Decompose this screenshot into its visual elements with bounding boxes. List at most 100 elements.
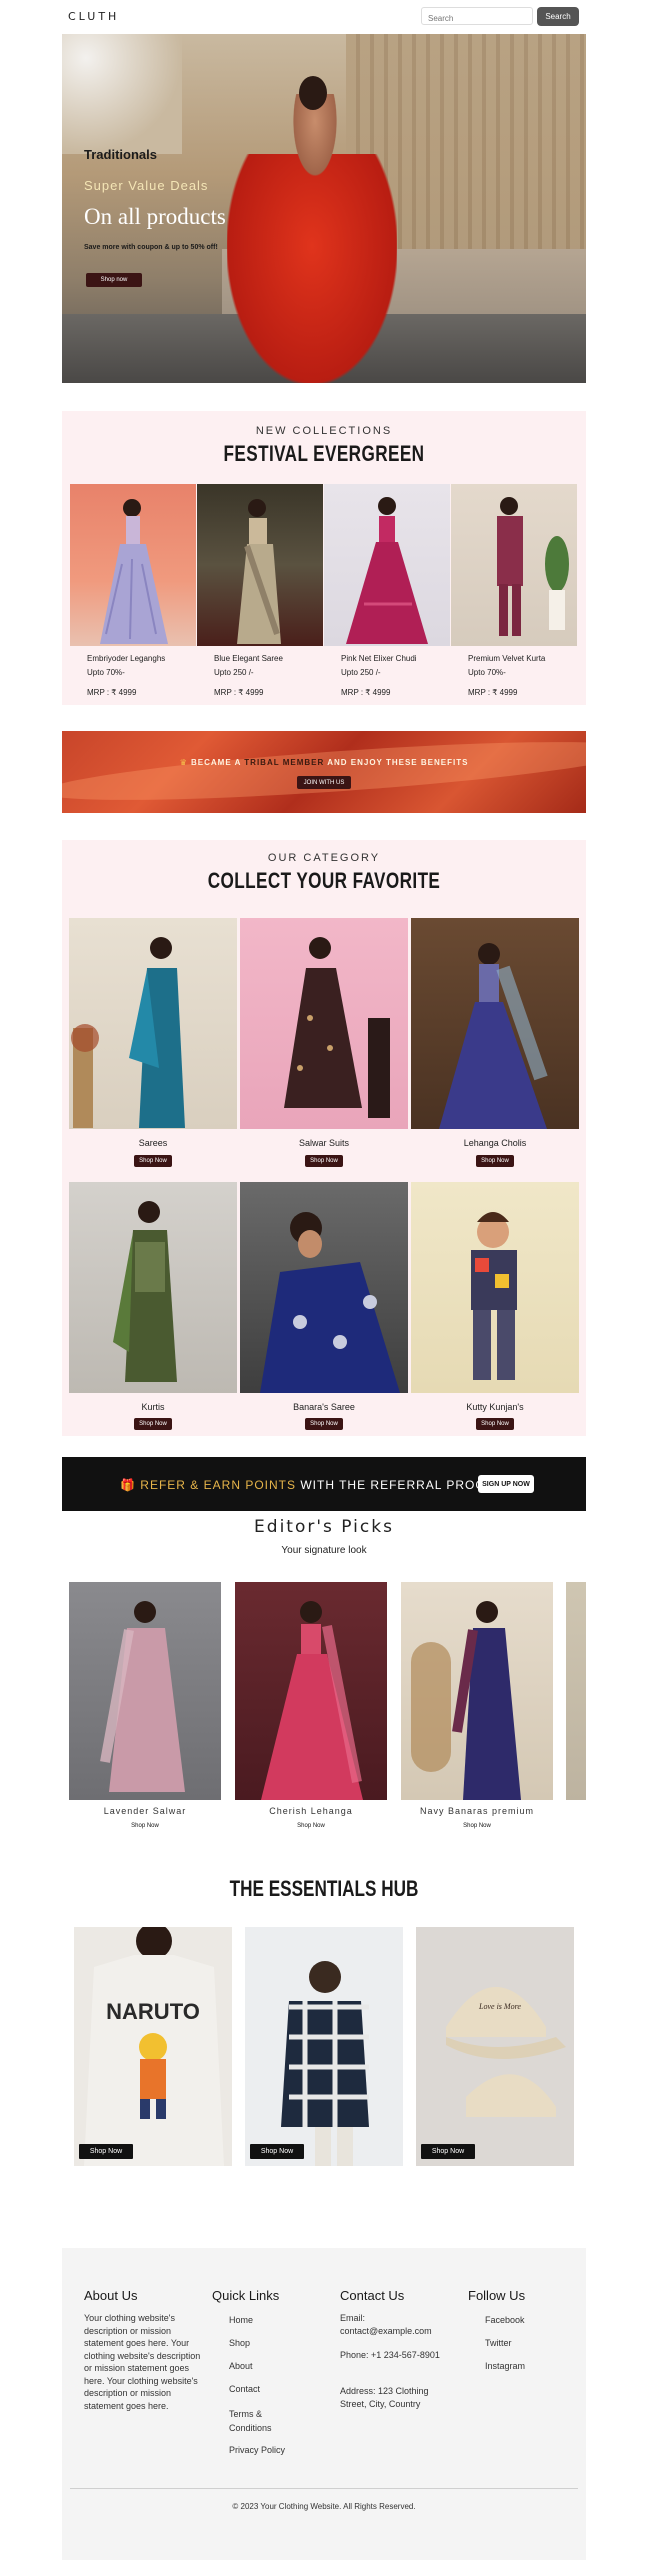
category-label[interactable]: Salwar Suits	[240, 1138, 408, 1148]
footer-link-home[interactable]: Home	[229, 2315, 253, 2325]
footer-contact-title: Contact Us	[340, 2288, 405, 2303]
category-image	[260, 1212, 400, 1393]
category-shop-button[interactable]: Shop Now	[305, 1155, 343, 1167]
category-card-lehanga[interactable]	[411, 918, 579, 1129]
category-card-sarees[interactable]	[69, 918, 237, 1129]
referral-banner: 🎁 REFER & EARN POINTS WITH THE REFERRAL …	[62, 1457, 586, 1511]
new-collections-section: NEW COLLECTIONS FESTIVAL EVERGREEN Embri…	[62, 411, 586, 705]
footer-link-facebook[interactable]: Facebook	[485, 2315, 525, 2325]
collections-title: FESTIVAL EVERGREEN	[223, 441, 425, 466]
footer-link-terms[interactable]: Terms & Conditions	[229, 2407, 293, 2435]
footer-about-title: About Us	[84, 2288, 138, 2303]
banner-prefix: BECAME A	[190, 758, 242, 767]
product-image	[100, 499, 168, 644]
category-shop-button[interactable]: Shop Now	[305, 1418, 343, 1430]
hero-banner: Traditionals Super Value Deals On all pr…	[62, 34, 586, 383]
hero-eyebrow: Traditionals	[84, 147, 157, 162]
footer-follow-title: Follow Us	[468, 2288, 526, 2303]
footer-about-text: Your clothing website's description or m…	[84, 2313, 201, 2411]
footer-copyright: © 2023 Your Clothing Website. All Rights…	[232, 2502, 416, 2511]
editors-pick-name[interactable]: Cherish Lehanga	[235, 1806, 387, 1816]
product-card[interactable]	[324, 484, 450, 646]
site-header: CLUTH Search	[0, 0, 648, 34]
tee-print-text: NARUTO	[106, 1999, 200, 2024]
footer-links-title: Quick Links	[212, 2288, 280, 2303]
editors-pick-name[interactable]: Lavender Salwar	[69, 1806, 221, 1816]
editors-pick-card[interactable]	[69, 1582, 221, 1800]
category-card-kids[interactable]	[411, 1182, 579, 1393]
product-card[interactable]	[197, 484, 323, 646]
category-label[interactable]: Lehanga Cholis	[411, 1138, 579, 1148]
referral-gold-text: REFER & EARN POINTS	[140, 1478, 296, 1492]
product-name[interactable]: Embriyoder Leganghs	[87, 654, 165, 663]
essentials-image: Love is More	[446, 1987, 566, 2117]
product-name[interactable]: Pink Net Elixer Chudi	[341, 654, 417, 663]
join-button[interactable]: JOIN WITH US	[297, 776, 351, 789]
product-card[interactable]	[70, 484, 196, 646]
hero-shop-button[interactable]: Shop now	[86, 273, 142, 287]
category-card-salwar[interactable]	[240, 918, 408, 1129]
site-footer: About Us Your clothing website's descrip…	[62, 2248, 586, 2560]
category-card-banaras[interactable]	[240, 1182, 408, 1393]
footer-link-about[interactable]: About	[229, 2361, 253, 2371]
hero-caption: Save more with coupon & up to 50% off!	[84, 244, 218, 251]
editors-pick-card[interactable]	[235, 1582, 387, 1800]
editors-pick-name[interactable]: Navy Banaras premium	[401, 1806, 553, 1816]
tribal-member-banner: ♛ BECAME A TRIBAL MEMBER AND ENJOY THESE…	[62, 731, 586, 813]
hero-title: On all products	[84, 204, 226, 229]
product-discount: Upto 70%-	[87, 668, 125, 677]
category-image	[471, 1212, 517, 1380]
product-card[interactable]	[451, 484, 577, 646]
banner-highlight: TRIBAL MEMBER	[244, 758, 325, 767]
product-name[interactable]: Premium Velvet Kurta	[468, 654, 545, 663]
banner-fabric-texture	[62, 731, 586, 812]
editors-pick-shop-link[interactable]: Shop Now	[401, 1823, 553, 1829]
category-label[interactable]: Sarees	[69, 1138, 237, 1148]
essentials-shop-button[interactable]: Shop Now	[250, 2144, 304, 2159]
editors-pick-image	[100, 1601, 185, 1792]
category-card-kurtis[interactable]	[69, 1182, 237, 1393]
category-shop-button[interactable]: Shop Now	[476, 1155, 514, 1167]
category-label[interactable]: Banara's Saree	[240, 1402, 408, 1412]
essentials-card-jacket[interactable]: Shop Now	[245, 1927, 403, 2166]
banner-suffix: AND ENJOY THESE BENEFITS	[327, 758, 469, 767]
hero-sky	[62, 34, 182, 154]
category-image	[284, 937, 390, 1118]
footer-link-privacy[interactable]: Privacy Policy	[229, 2445, 285, 2455]
footer-link-contact[interactable]: Contact	[229, 2384, 260, 2394]
cap-print-text: Love is More	[478, 2002, 521, 2011]
hero-model-saree	[227, 154, 397, 383]
product-discount: Upto 250 /-	[214, 668, 254, 677]
footer-link-shop[interactable]: Shop	[229, 2338, 250, 2348]
editors-pick-card-partial[interactable]	[566, 1582, 586, 1800]
category-shop-button[interactable]: Shop Now	[134, 1155, 172, 1167]
editors-pick-shop-link[interactable]: Shop Now	[235, 1823, 387, 1829]
essentials-shop-button[interactable]: Shop Now	[421, 2144, 475, 2159]
product-discount: Upto 70%-	[468, 668, 506, 677]
product-name[interactable]: Blue Elegant Saree	[214, 654, 283, 663]
search-input[interactable]	[422, 10, 532, 27]
hero-model-head	[299, 76, 327, 110]
site-logo[interactable]: CLUTH	[68, 10, 119, 23]
category-label[interactable]: Kutty Kunjan's	[411, 1402, 579, 1412]
footer-link-twitter[interactable]: Twitter	[485, 2338, 512, 2348]
footer-contact-email: Email: contact@example.com	[340, 2313, 432, 2336]
category-label[interactable]: Kurtis	[69, 1402, 237, 1412]
referral-signup-button[interactable]: SIGN UP NOW	[478, 1475, 534, 1493]
editors-pick-shop-link[interactable]: Shop Now	[69, 1823, 221, 1829]
product-discount: Upto 250 /-	[341, 668, 381, 677]
category-title: COLLECT YOUR FAVORITE	[207, 868, 441, 893]
search-button[interactable]: Search	[537, 7, 579, 26]
essentials-card-tee[interactable]: NARUTO Shop Now	[74, 1927, 232, 2166]
product-image	[497, 497, 569, 636]
essentials-image: NARUTO	[84, 1927, 224, 2166]
category-shop-button[interactable]: Shop Now	[476, 1418, 514, 1430]
category-section: OUR CATEGORY COLLECT YOUR FAVORITE Saree…	[62, 840, 586, 1436]
footer-contact-address: Address: 123 Clothing Street, City, Coun…	[340, 2386, 429, 2409]
footer-link-instagram[interactable]: Instagram	[485, 2361, 525, 2371]
essentials-shop-button[interactable]: Shop Now	[79, 2144, 133, 2159]
essentials-card-cap[interactable]: Love is More Shop Now	[416, 1927, 574, 2166]
editors-pick-card[interactable]	[401, 1582, 553, 1800]
referral-text: 🎁 REFER & EARN POINTS WITH THE REFERRAL …	[120, 1478, 515, 1492]
category-shop-button[interactable]: Shop Now	[134, 1418, 172, 1430]
